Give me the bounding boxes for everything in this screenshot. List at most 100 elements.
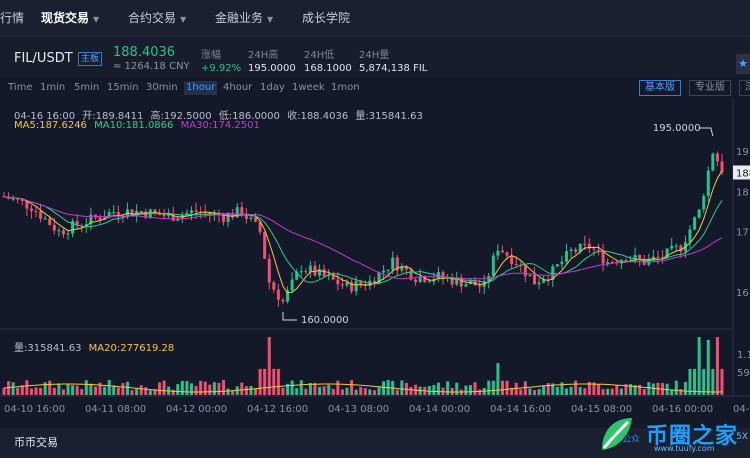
volume-bar	[615, 385, 619, 395]
candle-body	[391, 257, 395, 270]
candle-body	[656, 256, 660, 258]
watermark-right-text: 5X	[736, 432, 748, 442]
candle-body	[190, 210, 194, 213]
volume-bar	[537, 389, 541, 395]
volume-bar	[464, 385, 468, 395]
volume-bar	[601, 389, 605, 395]
volume-bar	[318, 386, 322, 395]
volume-bar	[180, 380, 184, 395]
volume-bar	[2, 387, 6, 395]
volume-bar	[148, 390, 152, 395]
volume-bar	[331, 388, 335, 395]
tab-spot-trading[interactable]: 币币交易	[14, 434, 58, 450]
volume-bar	[327, 384, 331, 395]
candle-body	[29, 208, 33, 211]
volume-bar	[135, 388, 139, 395]
volume-bar	[487, 380, 491, 395]
candle-body	[574, 249, 578, 252]
candle-body	[57, 230, 61, 232]
candle-body	[532, 274, 536, 285]
candle-body	[235, 207, 239, 218]
volume-bar	[295, 388, 299, 395]
volume-bar	[185, 380, 189, 395]
volume-bar	[409, 386, 413, 395]
candle-body	[674, 245, 678, 247]
volume-bar	[532, 390, 536, 395]
candle-body	[638, 255, 642, 259]
candle-body	[693, 217, 697, 230]
volume-bar	[500, 380, 504, 395]
volume-bar	[212, 382, 216, 395]
watermark-left-text: 公众	[622, 435, 641, 445]
candle-body	[510, 255, 514, 264]
volume-bar	[432, 384, 436, 395]
volume-bar	[276, 368, 280, 395]
candle-body	[139, 210, 143, 212]
price-tick: 19	[736, 147, 749, 158]
ma5-line	[3, 170, 723, 294]
volume-bar	[606, 388, 610, 395]
candle-body	[569, 249, 573, 252]
ma30-line	[3, 196, 723, 280]
price-tick: 18	[736, 187, 749, 198]
candle-body	[290, 279, 294, 291]
volume-bar	[80, 388, 84, 395]
volume-bar	[363, 388, 367, 395]
extreme-markers: 195.0000 160.0000	[282, 123, 714, 326]
volume-bar	[340, 389, 344, 395]
volume-bar	[711, 368, 715, 395]
volume-bar	[720, 368, 724, 395]
candle-body	[340, 284, 344, 286]
volume-bar	[715, 337, 719, 395]
volume-bar	[52, 387, 56, 395]
price-tick: 16	[736, 288, 749, 299]
volume-bar	[281, 387, 285, 395]
volume-bar	[290, 380, 294, 395]
candle-body	[11, 198, 15, 200]
time-tick: 04-12 00:00	[166, 404, 227, 415]
volume-bar	[226, 388, 230, 395]
volume-bar	[336, 380, 340, 395]
candle-body	[34, 210, 38, 212]
price-axis-labels: 19 18 17 16 188 1.1 59	[733, 147, 750, 379]
volume-bar	[350, 380, 354, 395]
volume-bar	[107, 380, 111, 395]
volume-bar	[66, 383, 70, 395]
volume-bar	[199, 380, 203, 395]
candle-body	[336, 279, 340, 285]
volume-bar	[619, 388, 623, 395]
volume-bar	[597, 384, 601, 395]
volume-bar	[455, 382, 459, 395]
volume-bar	[642, 389, 646, 395]
volume-bar	[651, 383, 655, 395]
ma10-line	[3, 196, 723, 285]
volume-bar	[29, 388, 33, 395]
volume-bar	[217, 382, 221, 395]
volume-bar	[249, 386, 253, 395]
candle-body	[304, 271, 308, 273]
kline-chart[interactable]: 195.0000 160.0000 19 18 17 16 188 1.1 59 04-10 …	[0, 0, 750, 428]
time-tick: 04-14 16:00	[490, 404, 551, 415]
volume-bar	[299, 380, 303, 395]
volume-bar	[702, 368, 706, 395]
candle-body	[523, 265, 527, 277]
volume-bar	[16, 387, 20, 395]
candle-body	[112, 211, 116, 213]
volume-bar	[103, 386, 107, 395]
volume-bar	[139, 385, 143, 395]
volume-bar	[638, 384, 642, 395]
volume-bar	[89, 383, 93, 395]
volume-bar	[240, 382, 244, 395]
volume-bar	[157, 382, 161, 395]
volume-bar	[679, 388, 683, 395]
candle-body	[244, 215, 248, 219]
volume-bar	[84, 380, 88, 395]
candle-body	[194, 210, 198, 212]
time-tick: 04-13 08:00	[328, 404, 389, 415]
candle-body	[322, 269, 326, 277]
candle-body	[565, 251, 569, 262]
volume-bar	[359, 387, 363, 395]
volume-bar	[372, 390, 376, 395]
candle-body	[98, 217, 102, 220]
candle-body	[386, 269, 390, 271]
